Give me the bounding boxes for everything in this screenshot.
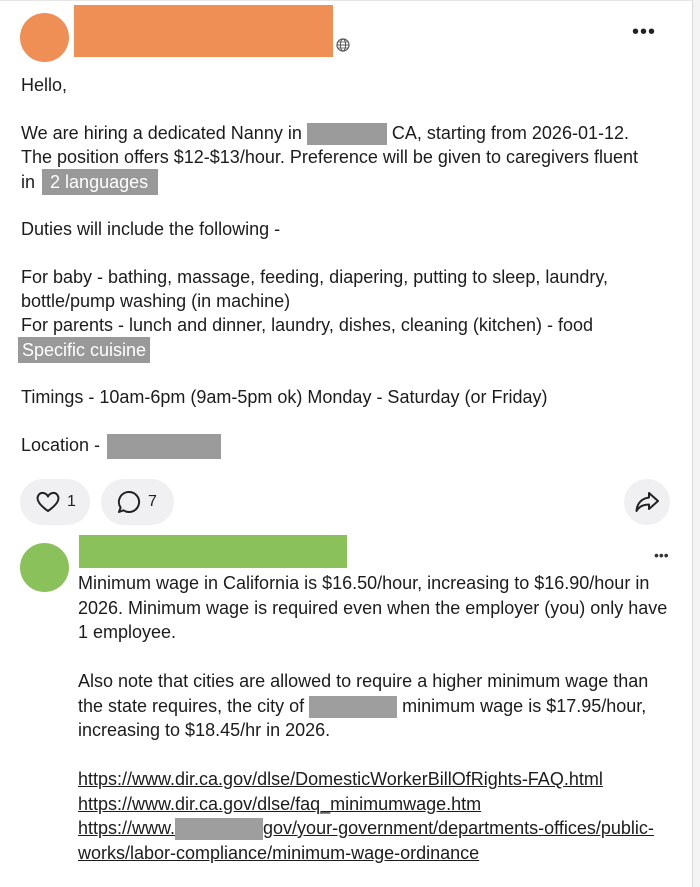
post-line: The position offers $12-$13/hour. Prefer… <box>21 147 639 168</box>
link-city-ordinance[interactable]: https://www. gov/your-government/departme… <box>78 818 654 863</box>
more-icon[interactable]: ••• <box>632 22 656 42</box>
post-line: Specific cuisine <box>18 337 676 367</box>
greeting: Hello, <box>21 75 68 95</box>
post-card: ••• Hello, We are hiring a dedicated Nan… <box>0 0 693 887</box>
post-line: For baby - bathing, massage, feeding, di… <box>21 267 609 288</box>
heart-icon <box>36 491 60 512</box>
post-line: We are hiring a dedicated Nanny in CA, s… <box>21 121 676 146</box>
comment-count: 7 <box>148 493 157 510</box>
link-minimum-wage-faq[interactable]: https://www.dir.ca.gov/dlse/faq_minimumw… <box>78 794 481 814</box>
post-line: bottle/pump washing (in machine) <box>21 291 291 312</box>
avatar[interactable] <box>20 13 69 62</box>
comment-body: Minimum wage in California is $16.50/hou… <box>78 571 678 865</box>
post-header: ••• <box>20 5 680 63</box>
comment-icon <box>117 490 141 513</box>
share-button[interactable] <box>624 479 670 525</box>
comment-button[interactable]: 7 <box>101 479 174 525</box>
post-line: in 2 languages <box>21 169 676 199</box>
post-line: For parents - lunch and dinner, laundry,… <box>21 315 593 336</box>
comment-paragraph: Also note that cities are allowed to req… <box>78 671 649 740</box>
duties-intro: Duties will include the following - <box>21 219 281 240</box>
author-name-redacted[interactable] <box>74 5 333 57</box>
like-count: 1 <box>67 493 76 510</box>
url-redacted <box>175 818 264 841</box>
languages-tag: 2 languages <box>42 169 159 196</box>
like-button[interactable]: 1 <box>20 479 90 525</box>
location-line: Location - <box>21 433 676 459</box>
comment-more-icon[interactable]: ••• <box>654 547 669 563</box>
commenter-avatar[interactable] <box>20 543 69 592</box>
comment-paragraph: Minimum wage in California is $16.50/hou… <box>78 573 668 642</box>
share-icon <box>635 492 659 512</box>
scrollbar-track[interactable] <box>693 0 700 887</box>
city-redacted <box>309 695 398 718</box>
commenter-name-redacted[interactable] <box>79 535 347 568</box>
cuisine-tag: Specific cuisine <box>18 337 151 364</box>
globe-icon <box>336 38 350 52</box>
post-body: Hello, We are hiring a dedicated Nanny i… <box>18 73 676 459</box>
location-redacted <box>107 434 222 459</box>
city-redacted <box>306 123 387 146</box>
timings: Timings - 10am-6pm (9am-5pm ok) Monday -… <box>21 387 548 408</box>
link-domestic-worker-faq[interactable]: https://www.dir.ca.gov/dlse/DomesticWork… <box>78 769 603 789</box>
link-city-ordinance-line: https://www. gov/your-government/departme… <box>78 816 678 865</box>
post-actions: 1 7 <box>20 479 674 527</box>
